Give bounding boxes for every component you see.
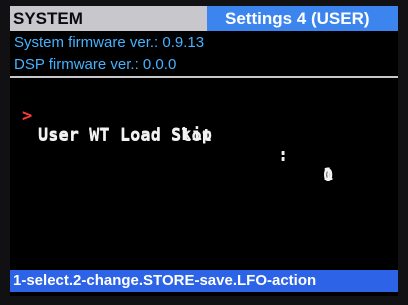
param-row-user-wt-load-slot[interactable]: > User WT Load Slot : 0 [10, 86, 333, 186]
system-firmware-version: System firmware ver.: 0.9.13 [14, 34, 205, 51]
param-name: User WT Load Skip [38, 125, 212, 145]
footer-hint-bar: 1-select.2-change.STORE-save.LFO-action [10, 270, 398, 292]
param-row-user-wt-load-skip[interactable]: User WT Load Skip : 1 [10, 105, 333, 185]
header-bar: SYSTEM Settings 4 (USER) [10, 6, 398, 31]
device-bezel: SYSTEM Settings 4 (USER) System firmware… [0, 0, 408, 305]
dsp-firmware-version: DSP firmware ver.: 0.0.0 [14, 56, 177, 73]
param-value[interactable]: 1 [323, 165, 333, 185]
page-title: Settings 4 (USER) [207, 6, 398, 31]
param-separator: : [278, 145, 289, 165]
lcd-screen: SYSTEM Settings 4 (USER) System firmware… [10, 6, 398, 296]
section-title: SYSTEM [10, 6, 207, 31]
divider [10, 76, 398, 78]
